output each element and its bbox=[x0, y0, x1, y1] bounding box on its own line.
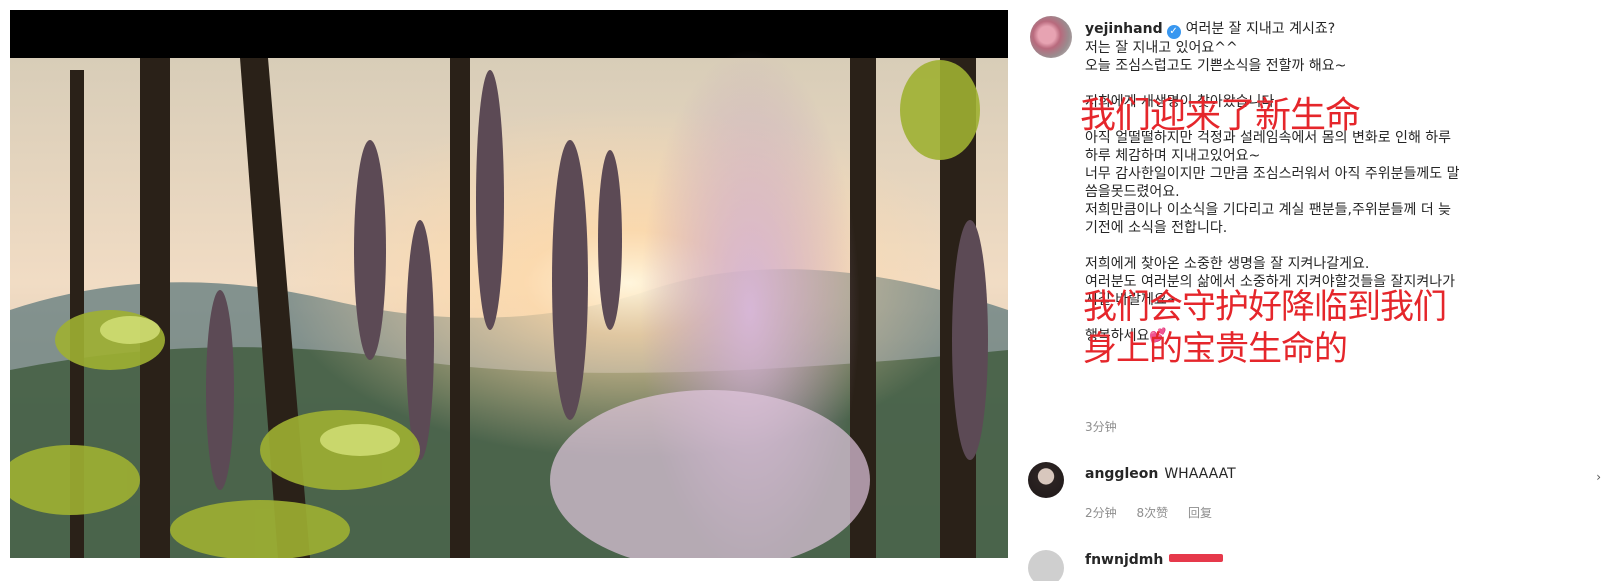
author-avatar[interactable] bbox=[1030, 16, 1072, 58]
overlay-annotation-2-line1: 我们会守护好降临到我们 bbox=[1083, 287, 1447, 327]
comment-time[interactable]: 2分钟 bbox=[1085, 506, 1117, 520]
flower-photo-image bbox=[10, 10, 1008, 558]
post-photo[interactable] bbox=[10, 10, 1008, 558]
caption-line: 오늘 조심스럽고도 기쁜소식을 전할까 해요~ bbox=[1085, 58, 1347, 74]
overlay-annotation-2-line2: 身上的宝贵生命的 bbox=[1083, 329, 1348, 369]
overlay-annotation-1: 我们迎来了新生命 bbox=[1080, 95, 1361, 136]
verified-badge-icon: ✓ bbox=[1166, 25, 1181, 39]
overlay-annotation-2: 我们会守护好降临到我们 身上的宝贵生命的 bbox=[1083, 286, 1447, 370]
caption-line: 여러분 잘 지내고 계시죠? bbox=[1185, 21, 1336, 37]
redaction-mark bbox=[1169, 554, 1224, 562]
commenter-avatar[interactable] bbox=[1028, 462, 1064, 498]
caption-line: 저희만큼이나 이소식을 기다리고 계실 팬분들,주위분들께 더 늦 bbox=[1085, 202, 1452, 218]
post-timestamp[interactable]: 3分钟 bbox=[1085, 418, 1117, 435]
caption-line: 기전에 소식을 전합니다. bbox=[1085, 220, 1228, 236]
commenter-username[interactable]: anggleon bbox=[1085, 466, 1158, 482]
next-commenter-avatar[interactable] bbox=[1028, 550, 1064, 581]
next-commenter-username[interactable]: fnwnjdmh bbox=[1085, 552, 1163, 568]
caption-line: 저희에게 찾아온 소중한 생명을 잘 지켜나갈게요. bbox=[1085, 256, 1370, 272]
caption-line: 저는 잘 지내고 있어요^^ bbox=[1085, 40, 1238, 56]
caption-line: 씀을못드렸어요. bbox=[1085, 184, 1180, 200]
author-username[interactable]: yejinhand bbox=[1085, 21, 1163, 37]
caption-line: 너무 감사한일이지만 그만큼 조심스러워서 아직 주위분들께도 말 bbox=[1085, 166, 1460, 182]
next-comment: fnwnjdmh bbox=[1085, 552, 1224, 568]
caption-line: 하루 체감하며 지내고있어요~ bbox=[1085, 148, 1261, 164]
comment-item: anggleon WHAAAAT bbox=[1085, 466, 1236, 482]
scroll-indicator-icon[interactable]: › bbox=[1596, 470, 1601, 484]
comment-likes[interactable]: 8次赞 bbox=[1136, 506, 1168, 520]
reply-button[interactable]: 回复 bbox=[1188, 506, 1212, 520]
comment-meta: 2分钟 8次赞 回复 bbox=[1085, 504, 1228, 521]
comment-text: WHAAAAT bbox=[1164, 466, 1236, 482]
